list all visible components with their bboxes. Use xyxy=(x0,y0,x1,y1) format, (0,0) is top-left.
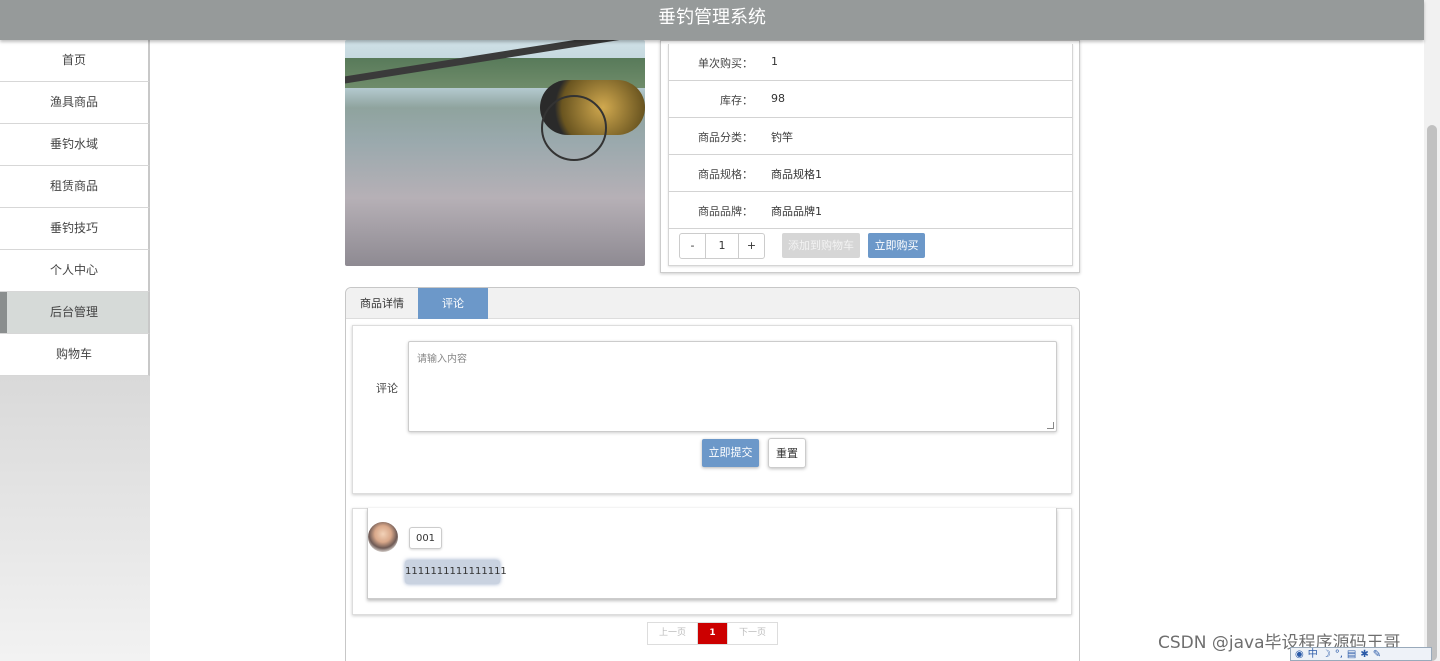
info-row-stock: 库存： 98 xyxy=(668,81,1073,118)
info-value: 商品规格1 xyxy=(771,168,822,181)
ime-logo-icon: ◉ xyxy=(1295,649,1304,660)
wrench-icon: ✎ xyxy=(1372,649,1382,660)
info-label: 商品品牌： xyxy=(698,205,753,218)
moon-icon: ☽ xyxy=(1321,649,1331,660)
info-value: 商品品牌1 xyxy=(771,205,822,218)
quantity-input[interactable]: 1 xyxy=(705,234,739,258)
add-to-cart-button[interactable]: 添加到购物车 xyxy=(782,233,860,258)
comment-label: 评论 xyxy=(376,382,398,395)
info-row-single-purchase: 单次购买： 1 xyxy=(668,44,1073,81)
ime-mode[interactable]: 中 xyxy=(1308,648,1318,660)
next-page-button[interactable]: 下一页 xyxy=(727,623,777,644)
info-value: 98 xyxy=(771,92,785,105)
comment-placeholder: 请输入内容 xyxy=(417,354,467,365)
info-value: 1 xyxy=(771,55,778,68)
tab-product-detail[interactable]: 商品详情 xyxy=(346,288,418,319)
sidebar-item-admin[interactable]: 后台管理 xyxy=(0,292,150,334)
comment-username: 001 xyxy=(409,527,442,549)
info-value: 钓竿 xyxy=(771,131,793,144)
current-page[interactable]: 1 xyxy=(698,623,727,644)
app-header: 垂钓管理系统 xyxy=(0,0,1424,40)
keyboard-icon: ▤ xyxy=(1346,649,1357,660)
product-image xyxy=(345,40,645,266)
sidebar-item-home[interactable]: 首页 xyxy=(0,40,150,82)
ime-toolbar[interactable]: ◉ 中 ☽ °, ▤ ✱ ✎ xyxy=(1290,647,1432,661)
avatar xyxy=(368,522,398,552)
resize-handle-icon[interactable] xyxy=(1047,422,1054,429)
quantity-stepper: - 1 + xyxy=(679,233,765,259)
info-row-brand: 商品品牌： 商品品牌1 xyxy=(668,192,1073,229)
info-row-spec: 商品规格： 商品规格1 xyxy=(668,155,1073,192)
sidebar-item-fishing-tips[interactable]: 垂钓技巧 xyxy=(0,208,150,250)
info-row-category: 商品分类： 钓竿 xyxy=(668,118,1073,155)
prev-page-button[interactable]: 上一页 xyxy=(648,623,698,644)
sidebar-item-cart[interactable]: 购物车 xyxy=(0,334,150,376)
tab-comments[interactable]: 评论 xyxy=(418,288,488,319)
scrollbar-thumb[interactable] xyxy=(1427,125,1437,661)
punctuation-icon: °, xyxy=(1334,649,1343,660)
buy-now-button[interactable]: 立即购买 xyxy=(868,233,925,258)
info-label: 单次购买： xyxy=(698,57,753,70)
sidebar: 首页 渔具商品 垂钓水域 租赁商品 垂钓技巧 个人中心 后台管理 购物车 xyxy=(0,40,150,661)
info-label: 商品规格： xyxy=(698,168,753,181)
sidebar-item-profile[interactable]: 个人中心 xyxy=(0,250,150,292)
comment-content: 1111111111111111 xyxy=(405,560,507,584)
comment-textarea[interactable]: 请输入内容 xyxy=(408,341,1057,432)
settings-icon: ✱ xyxy=(1360,649,1369,660)
sidebar-item-fishing-gear[interactable]: 渔具商品 xyxy=(0,82,150,124)
tab-bar: 商品详情 评论 xyxy=(346,288,1079,319)
page-scrollbar[interactable] xyxy=(1424,0,1440,661)
pagination: 上一页 1 下一页 xyxy=(647,622,778,645)
sidebar-item-fishing-waters[interactable]: 垂钓水域 xyxy=(0,124,150,166)
info-label: 商品分类： xyxy=(698,131,753,144)
reset-button[interactable]: 重置 xyxy=(768,438,806,468)
app-title: 垂钓管理系统 xyxy=(658,7,766,28)
decrement-button[interactable]: - xyxy=(680,234,705,258)
sidebar-item-rental[interactable]: 租赁商品 xyxy=(0,166,150,208)
info-label: 库存： xyxy=(720,94,753,107)
comment-item xyxy=(367,508,1057,599)
submit-button[interactable]: 立即提交 xyxy=(702,439,759,467)
increment-button[interactable]: + xyxy=(739,234,764,258)
